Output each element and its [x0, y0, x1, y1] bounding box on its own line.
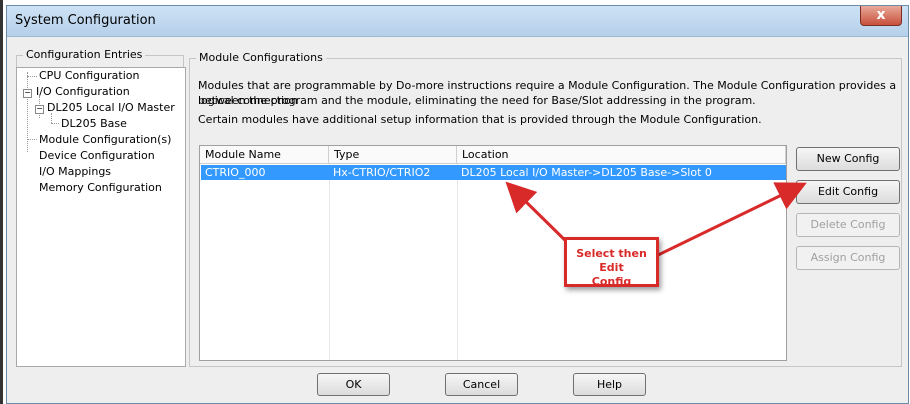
arrow-to-edit-config [653, 182, 807, 259]
annotation-callout: Select then Edit Config [564, 237, 659, 288]
annotation-arrows [505, 181, 807, 259]
annotation-text-line-1: Select then Edit [576, 247, 647, 274]
annotation-text-line-2: Config [591, 275, 632, 288]
